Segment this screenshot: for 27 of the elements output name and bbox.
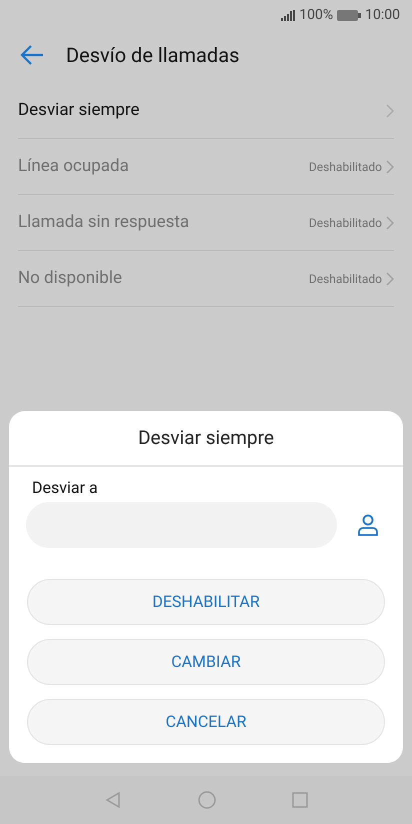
dialog-title: Desviar siempre (138, 424, 274, 451)
chevron-icon (386, 160, 394, 174)
row-status: Deshabilitado (308, 214, 382, 232)
settings-row[interactable]: Desviar siempre (18, 83, 394, 139)
row-label: No disponible (18, 266, 123, 290)
home-nav-icon[interactable] (198, 791, 216, 809)
battery-percent: 100% (299, 6, 334, 24)
dialog-button[interactable]: CANCELAR (27, 699, 385, 745)
row-label: Desviar siempre (18, 98, 141, 122)
battery-icon (337, 10, 362, 20)
status-time: 10:00 (365, 6, 400, 24)
dialog-button[interactable]: DESHABILITAR (27, 579, 385, 625)
row-status: Deshabilitado (308, 158, 382, 176)
row-label: Línea ocupada (18, 154, 130, 178)
row-label: Llamada sin respuesta (18, 210, 190, 234)
page-title: Desvío de llamadas (66, 42, 240, 69)
chevron-icon (386, 272, 394, 286)
contact-icon[interactable] (357, 514, 379, 536)
chevron-icon (386, 216, 394, 230)
back-nav-icon[interactable] (104, 791, 122, 809)
field-label: Desviar a (32, 477, 99, 499)
chevron-icon (386, 104, 394, 118)
back-arrow-icon (20, 44, 44, 66)
recents-nav-icon[interactable] (292, 792, 308, 808)
signal-icon (281, 10, 296, 20)
row-status: Deshabilitado (308, 270, 382, 288)
dialog-button[interactable]: CAMBIAR (27, 639, 385, 685)
